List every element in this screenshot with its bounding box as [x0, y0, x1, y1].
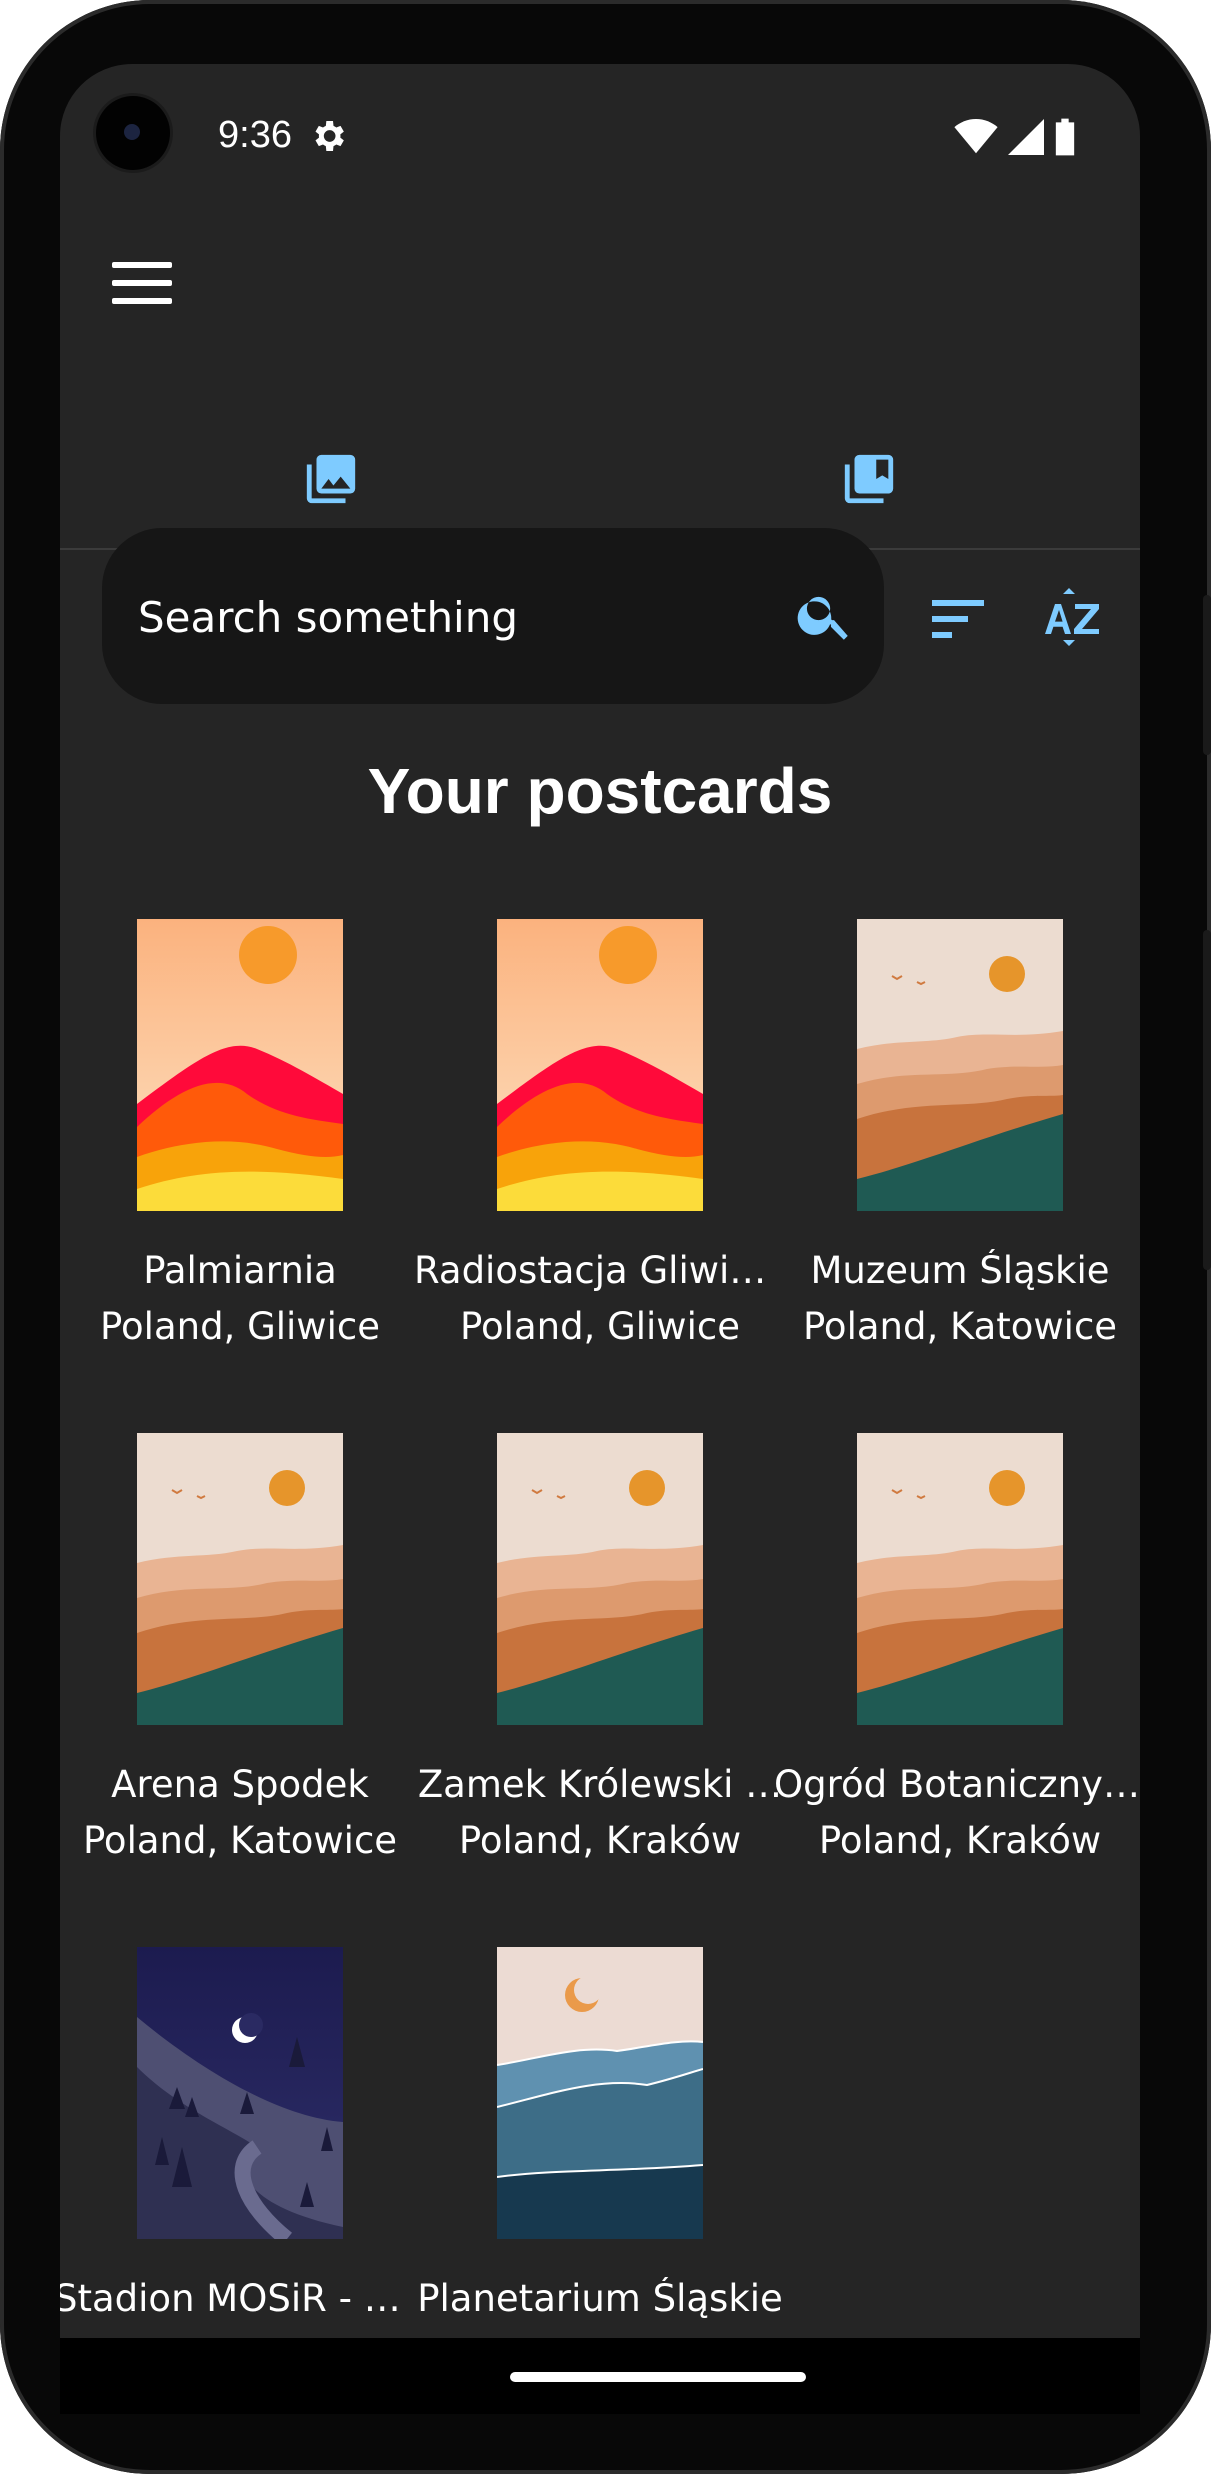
sort-icon[interactable] — [928, 594, 988, 642]
postcard-name: Arena Spodek — [111, 1763, 369, 1806]
search-icon[interactable] — [794, 584, 856, 646]
postcard-location: Poland, Kraków — [458, 1819, 742, 1862]
postcard-thumbnail — [497, 1947, 703, 2239]
phone-frame: 9:36 Search something Your postcards Pal… — [0, 0, 1211, 2474]
status-icons — [954, 118, 1076, 156]
status-time: 9:36 — [218, 114, 292, 156]
tab-gallery[interactable] — [60, 384, 600, 548]
postcard-thumbnail — [137, 1433, 343, 1725]
postcard-name: Radiostacja Gliwic… — [414, 1249, 786, 1292]
postcard-name: Muzeum Śląskie — [810, 1249, 1110, 1292]
search-bar — [102, 528, 884, 704]
bookmark-library-icon — [844, 454, 894, 504]
sort-by-alpha-icon[interactable] — [1035, 584, 1105, 650]
postcard-name: Zamek Królewski … — [417, 1763, 783, 1806]
postcard-thumbnail — [497, 919, 703, 1211]
tab-bar — [60, 384, 1140, 550]
postcard-location: Poland, Gliwice — [460, 1305, 740, 1348]
settings-gear-icon — [315, 121, 344, 151]
postcard-name: Planetarium Śląskie — [417, 2277, 783, 2320]
home-indicator[interactable] — [510, 2372, 806, 2382]
postcard-name: Ogród Botaniczny … — [774, 1763, 1140, 1806]
postcard-thumbnail — [497, 1433, 703, 1725]
front-camera — [96, 96, 170, 170]
tab-collection[interactable] — [600, 384, 1140, 548]
app-screen: 9:36 Search something Your postcards Pal… — [60, 64, 1140, 2338]
postcard-location: Poland, Katowice — [802, 1305, 1118, 1348]
cell-signal-icon — [1008, 119, 1044, 155]
postcard-thumbnail — [857, 919, 1063, 1211]
page-title: Your postcards — [367, 755, 833, 827]
volume-button — [1203, 930, 1211, 1270]
postcard-name: Palmiarnia — [143, 1249, 337, 1292]
battery-icon — [1055, 118, 1075, 156]
navigation-bar — [60, 2338, 1140, 2414]
postcard-thumbnail — [137, 919, 343, 1211]
power-button — [1203, 595, 1211, 755]
postcard-location: Poland, Katowice — [82, 1819, 398, 1862]
photo-library-icon — [306, 454, 356, 504]
postcard-thumbnail — [857, 1433, 1063, 1725]
search-input[interactable] — [136, 572, 740, 662]
menu-icon[interactable] — [104, 250, 176, 322]
postcard-location: Poland, Gliwice — [100, 1305, 380, 1348]
postcard-location: Poland, Kraków — [818, 1819, 1102, 1862]
postcard-name: Stadion MOSiR - Ż… — [60, 2277, 426, 2320]
wifi-icon — [954, 119, 998, 154]
postcard-thumbnail — [137, 1947, 343, 2239]
